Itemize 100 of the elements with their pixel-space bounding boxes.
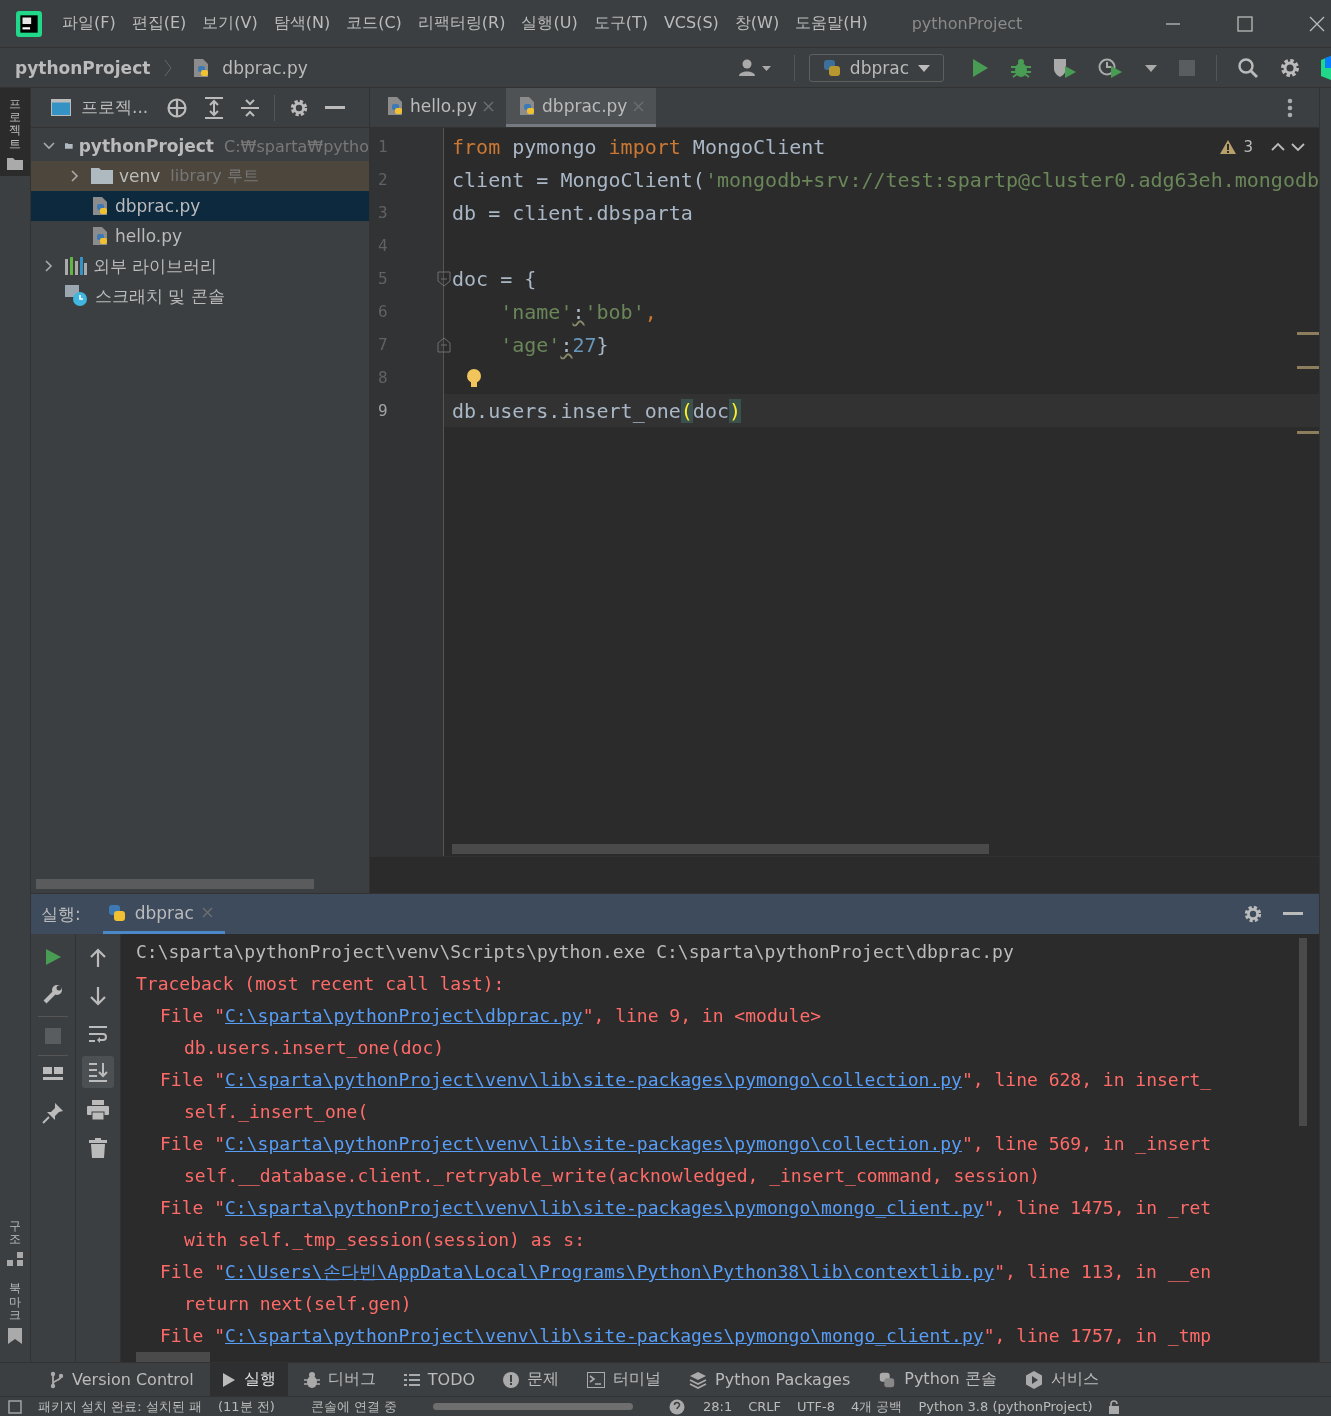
tree-item[interactable]: hello.py	[31, 221, 369, 251]
settings-icon[interactable]	[289, 97, 310, 118]
coverage-icon[interactable]	[1052, 56, 1078, 79]
trash-icon[interactable]	[89, 1138, 107, 1158]
project-tool-button[interactable]: 프로젝트	[0, 88, 30, 176]
caret-icon[interactable]	[1144, 62, 1158, 73]
tool-window-button[interactable]: 문제	[491, 1363, 572, 1396]
menu-item[interactable]: VCS(S)	[663, 13, 719, 34]
chevron-up-icon[interactable]	[1271, 142, 1285, 152]
tool-window-button[interactable]: TODO	[391, 1363, 488, 1396]
breadcrumb-item[interactable]: dbprac.py	[222, 57, 308, 78]
scroll-to-end-icon[interactable]	[82, 1056, 114, 1088]
console-line: self._insert_one(	[183, 1100, 370, 1124]
settings-icon[interactable]	[1243, 904, 1263, 924]
tree-item[interactable]: venv library 루트	[31, 161, 369, 191]
plugin-icon[interactable]	[1321, 55, 1331, 80]
rerun-icon[interactable]	[44, 948, 62, 966]
menu-item[interactable]: 리팩터링(R)	[417, 13, 506, 34]
scratch-clock-icon	[65, 285, 89, 307]
lightbulb-icon[interactable]	[466, 367, 483, 388]
cursor-position[interactable]: 28:1	[703, 1399, 733, 1414]
chevron-icon[interactable]	[69, 170, 81, 182]
bookmarks-tool-button[interactable]: 북마크	[0, 1272, 30, 1350]
editor-tab[interactable]: hello.py	[382, 88, 507, 127]
caret-icon	[917, 62, 931, 73]
chevron-down-icon[interactable]	[1291, 142, 1305, 152]
menu-item[interactable]: 도구(T)	[593, 13, 648, 34]
expand-all-icon[interactable]	[204, 96, 225, 119]
tree-item[interactable]: dbprac.py	[31, 191, 369, 221]
fold-marker-icon[interactable]	[437, 336, 452, 353]
menu-item[interactable]: 편집(E)	[131, 13, 187, 34]
profile-icon[interactable]	[1098, 56, 1124, 79]
more-icon[interactable]	[1287, 97, 1293, 118]
fold-marker-icon[interactable]	[437, 270, 452, 287]
run-config-dropdown[interactable]: dbprac	[808, 53, 944, 82]
soft-wrap-icon[interactable]	[88, 1024, 108, 1044]
run-icon[interactable]	[970, 57, 990, 78]
interpreter[interactable]: Python 3.8 (pythonProject)	[918, 1399, 1093, 1414]
locate-icon[interactable]	[166, 96, 189, 119]
scrollbar-thumb[interactable]	[452, 844, 990, 854]
tree-item[interactable]: 스크래치 및 콘솔	[31, 281, 369, 311]
settings-icon[interactable]	[1279, 56, 1301, 79]
indent-setting[interactable]: 4개 공백	[850, 1397, 903, 1416]
breadcrumb-item[interactable]: pythonProject	[15, 57, 151, 78]
pin-icon[interactable]	[42, 1102, 64, 1124]
code-line: from pymongo import MongoClient	[452, 134, 826, 159]
minimize-icon[interactable]	[1283, 912, 1303, 916]
arrow-down-icon[interactable]	[89, 986, 107, 1006]
menu-item[interactable]: 보기(V)	[202, 13, 258, 34]
status-task[interactable]: 콘솔에 연결 중	[310, 1397, 397, 1416]
close-icon[interactable]	[1309, 15, 1325, 32]
print-icon[interactable]	[87, 1100, 109, 1120]
panel-title[interactable]: 프로젝...	[81, 96, 149, 119]
status-icon[interactable]	[8, 1399, 22, 1414]
tool-window-button[interactable]: Python Packages	[677, 1363, 863, 1396]
lock-icon[interactable]	[1108, 1399, 1121, 1414]
help-icon[interactable]	[669, 1398, 687, 1415]
tree-item[interactable]: pythonProject C:₩sparta₩pytho	[31, 131, 369, 161]
menu-item[interactable]: 도움말(H)	[795, 13, 868, 34]
structure-tool-button[interactable]: 구조	[0, 1210, 30, 1273]
editor-tab[interactable]: dbprac.py	[506, 88, 657, 127]
python-icon	[821, 57, 842, 78]
arrow-up-icon[interactable]	[89, 948, 107, 968]
menu-item[interactable]: 코드(C)	[346, 13, 402, 34]
tree-item[interactable]: 외부 라이브러리	[31, 251, 369, 281]
scrollbar-thumb[interactable]	[36, 879, 314, 889]
console-line: C:\sparta\pythonProject\venv\Scripts\python.exe C:\sparta\pythonProject\dbprac.py	[136, 940, 1015, 964]
line-number: 9	[378, 401, 388, 420]
tool-window-button[interactable]: 터미널	[575, 1363, 674, 1396]
wrench-icon[interactable]	[42, 983, 64, 1005]
tool-window-button[interactable]: Python 콘솔	[866, 1363, 1009, 1396]
menu-item[interactable]: 창(W)	[734, 13, 780, 34]
bug-icon[interactable]	[1010, 56, 1032, 79]
warning-icon[interactable]	[1219, 139, 1238, 155]
line-separator[interactable]: CRLF	[748, 1399, 782, 1414]
hexagon-play-icon	[1024, 1370, 1043, 1389]
status-message[interactable]: 패키지 설치 완료: 설치된 패	[38, 1397, 202, 1416]
menu-item[interactable]: 탐색(N)	[273, 13, 331, 34]
search-icon[interactable]	[1237, 56, 1259, 79]
python-file-icon	[386, 96, 404, 116]
chevron-icon[interactable]	[43, 140, 55, 152]
menu-item[interactable]: 파일(F)	[62, 13, 116, 34]
menu-item[interactable]: 실행(U)	[521, 13, 578, 34]
user-icon[interactable]	[737, 57, 774, 78]
file-encoding[interactable]: UTF-8	[797, 1399, 835, 1414]
chevron-icon[interactable]	[43, 260, 55, 272]
tool-window-button[interactable]: 서비스	[1012, 1363, 1111, 1396]
tool-window-button[interactable]: 디버그	[291, 1363, 388, 1396]
warning-count[interactable]: 3	[1243, 138, 1253, 156]
play-icon	[221, 1371, 236, 1388]
scrollbar-thumb[interactable]	[1299, 938, 1307, 1126]
minimize-icon[interactable]	[325, 105, 346, 110]
maximize-icon[interactable]	[1237, 15, 1253, 32]
python-file-icon	[518, 96, 537, 116]
tool-window-button[interactable]: Version Control	[38, 1363, 206, 1396]
code-line: db.users.insert_one(doc)	[452, 398, 742, 423]
tool-window-button[interactable]: 실행	[209, 1363, 288, 1396]
list-icon	[403, 1372, 420, 1387]
collapse-all-icon[interactable]	[240, 96, 261, 119]
scrollbar-thumb[interactable]	[136, 1352, 210, 1362]
